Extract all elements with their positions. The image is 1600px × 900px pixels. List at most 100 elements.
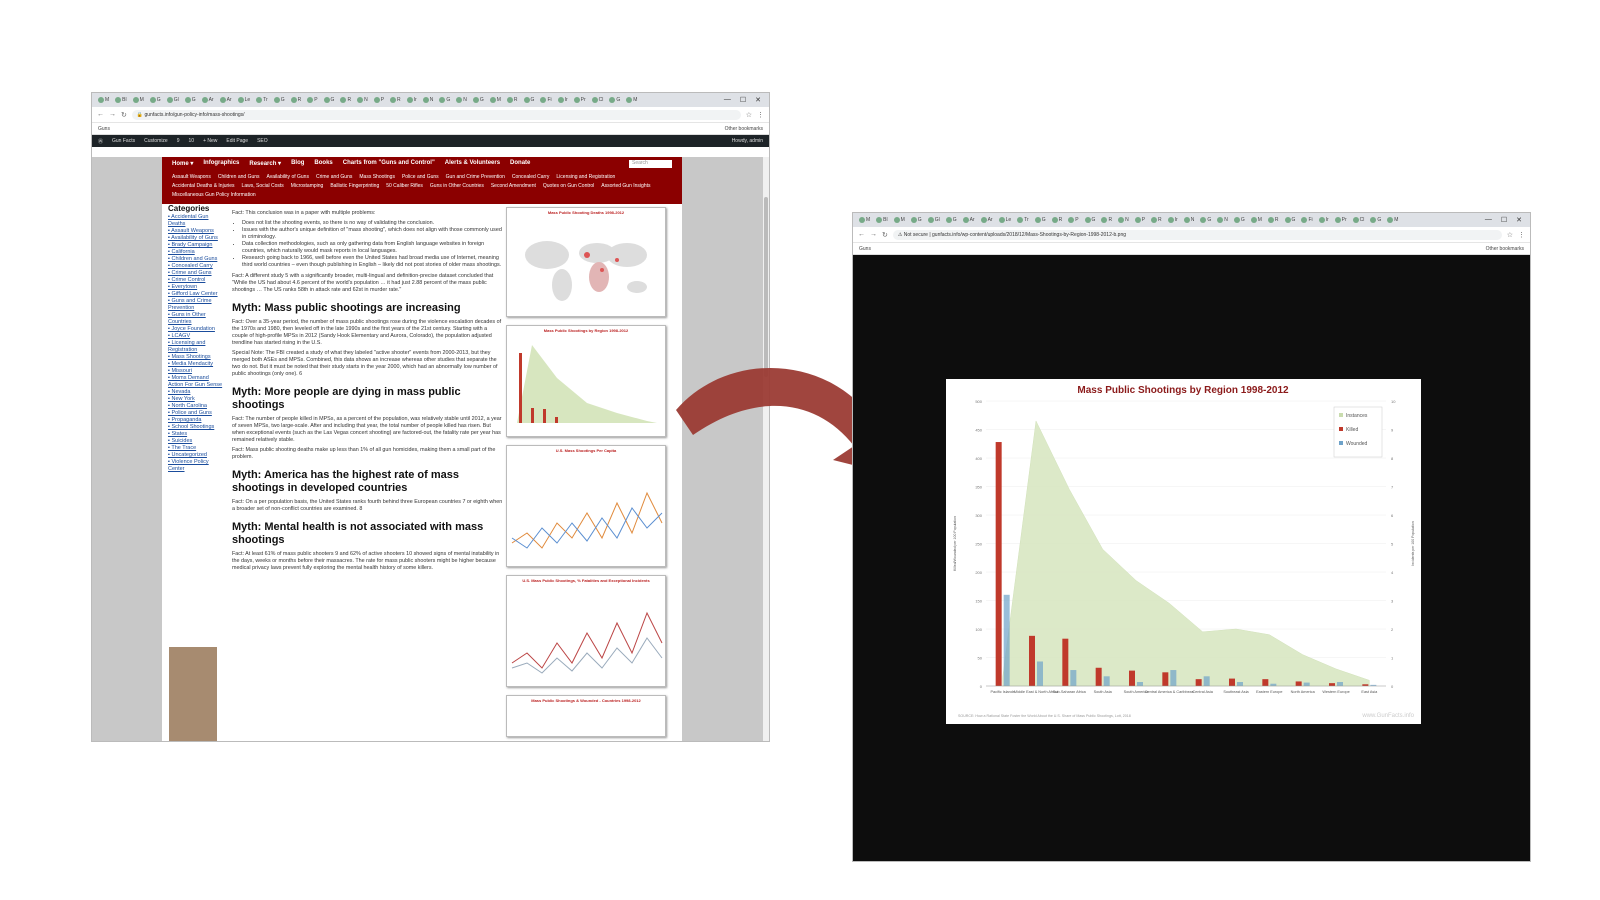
forward-icon[interactable]: → <box>870 231 877 238</box>
forward-icon[interactable]: → <box>109 111 116 118</box>
subnav-item[interactable]: Guns in Other Countries <box>430 182 484 190</box>
maximize-icon[interactable]: ☐ <box>1501 216 1507 224</box>
wp-logo-icon[interactable]: Ⓦ <box>98 138 103 145</box>
browser-tab[interactable]: M <box>96 97 111 103</box>
subnav-item[interactable]: Police and Guns <box>402 173 439 181</box>
nav-item[interactable]: Charts from "Guns and Control" <box>343 160 435 168</box>
admin-updates[interactable]: 9 <box>177 138 180 144</box>
category-link[interactable]: ▪ Suicides <box>168 438 223 445</box>
other-bookmarks[interactable]: Other bookmarks <box>1486 246 1524 252</box>
category-link[interactable]: ▪ Children and Guns <box>168 256 223 263</box>
browser-tab[interactable]: M <box>892 217 907 223</box>
category-link[interactable]: ▪ Mass Shootings <box>168 354 223 361</box>
category-link[interactable]: ▪ New York <box>168 396 223 403</box>
browser-tab[interactable]: G <box>909 217 924 223</box>
thumbnail-region-chart[interactable]: Mass Public Shootings by Region 1998-201… <box>506 325 666 437</box>
search-input[interactable]: Search <box>629 160 672 168</box>
category-link[interactable]: ▪ Nevada <box>168 389 223 396</box>
browser-tab[interactable]: N <box>1116 217 1131 223</box>
category-link[interactable]: ▪ Joyce Foundation <box>168 326 223 333</box>
menu-icon[interactable]: ⋮ <box>757 111 764 119</box>
category-link[interactable]: ▪ The Trace <box>168 445 223 452</box>
subnav-item[interactable]: 50 Caliber Rifles <box>386 182 423 190</box>
browser-tab[interactable]: G <box>272 97 287 103</box>
subnav-item[interactable]: Quotes on Gun Control <box>543 182 594 190</box>
subnav-item[interactable]: Second Amendment <box>491 182 536 190</box>
star-icon[interactable]: ☆ <box>746 111 752 119</box>
browser-tab[interactable]: R <box>338 97 353 103</box>
menu-icon[interactable]: ⋮ <box>1518 231 1525 239</box>
close-icon[interactable]: ✕ <box>755 96 761 104</box>
browser-tab[interactable]: M <box>857 217 872 223</box>
subnav-item[interactable]: Laws, Social Costs <box>242 182 284 190</box>
browser-tab[interactable]: Ir <box>405 97 419 103</box>
close-icon[interactable]: ✕ <box>1516 216 1522 224</box>
browser-tab[interactable]: R <box>1050 217 1065 223</box>
browser-tab[interactable]: R <box>505 97 520 103</box>
browser-tab[interactable]: N <box>421 97 436 103</box>
browser-tab[interactable]: M <box>131 97 146 103</box>
browser-tab[interactable]: P <box>1066 217 1080 223</box>
subnav-item[interactable]: Ballistic Fingerprinting <box>330 182 379 190</box>
subnav-item[interactable]: Assault Weapons <box>172 173 211 181</box>
subnav-item[interactable]: Accidental Deaths & Injuries <box>172 182 235 190</box>
browser-tab[interactable]: G <box>607 97 622 103</box>
other-bookmarks[interactable]: Other bookmarks <box>725 126 763 132</box>
nav-item[interactable]: Alerts & Volunteers <box>445 160 500 168</box>
browser-tab[interactable]: P <box>1133 217 1147 223</box>
browser-tab[interactable]: Gl <box>165 97 181 103</box>
browser-tab[interactable]: M <box>488 97 503 103</box>
browser-tab[interactable]: Ir <box>1317 217 1331 223</box>
nav-item[interactable]: Donate <box>510 160 530 168</box>
category-link[interactable]: ▪ States <box>168 431 223 438</box>
category-link[interactable]: ▪ Crime Control <box>168 277 223 284</box>
nav-item[interactable]: Books <box>314 160 332 168</box>
region-chart-image[interactable]: Mass Public Shootings by Region 1998-201… <box>946 379 1421 724</box>
browser-tab[interactable]: Tr <box>254 97 270 103</box>
admin-site[interactable]: Gun Facts <box>112 138 135 144</box>
browser-tab[interactable]: Pr <box>572 97 588 103</box>
category-link[interactable]: ▪ Concealed Carry <box>168 263 223 270</box>
back-icon[interactable]: ← <box>858 231 865 238</box>
category-link[interactable]: ▪ Brady Campaign <box>168 242 223 249</box>
subnav-item[interactable]: Mass Shootings <box>359 173 395 181</box>
category-link[interactable]: ▪ Guns in Other Countries <box>168 312 223 326</box>
browser-tab[interactable]: P <box>372 97 386 103</box>
category-link[interactable]: ▪ Availability of Guns <box>168 235 223 242</box>
browser-tab[interactable]: Gl <box>926 217 942 223</box>
category-link[interactable]: ▪ California <box>168 249 223 256</box>
browser-tab[interactable]: Bl <box>874 217 889 223</box>
browser-tab[interactable]: R <box>1149 217 1164 223</box>
browser-tab[interactable]: G <box>1198 217 1213 223</box>
url-field[interactable]: ⚠ Not secure | gunfacts.info/wp-content/… <box>892 229 1502 240</box>
browser-tab[interactable]: N <box>1182 217 1197 223</box>
browser-tab[interactable]: G <box>437 97 452 103</box>
browser-tab[interactable]: G <box>322 97 337 103</box>
category-link[interactable]: ▪ Accidental Gun Deaths <box>168 214 223 228</box>
admin-edit[interactable]: Edit Page <box>226 138 248 144</box>
scrollbar-thumb[interactable] <box>764 197 768 377</box>
browser-tab[interactable]: G <box>1232 217 1247 223</box>
nav-item[interactable]: Research ▾ <box>249 160 281 168</box>
category-link[interactable]: ▪ LCAGV <box>168 333 223 340</box>
browser-tab[interactable]: N <box>1215 217 1230 223</box>
category-link[interactable]: ▪ Propaganda <box>168 417 223 424</box>
category-link[interactable]: ▪ Assault Weapons <box>168 228 223 235</box>
category-link[interactable]: ▪ Police and Guns <box>168 410 223 417</box>
browser-tab[interactable]: M <box>624 97 639 103</box>
bookmark-guns[interactable]: Guns <box>859 246 871 252</box>
browser-tab[interactable]: G <box>1368 217 1383 223</box>
subnav-item[interactable]: Crime and Guns <box>316 173 352 181</box>
browser-tab[interactable]: Pr <box>1333 217 1349 223</box>
browser-tab[interactable]: R <box>388 97 403 103</box>
category-link[interactable]: ▪ Media Mendacity <box>168 361 223 368</box>
category-link[interactable]: ▪ Violence Policy Center <box>168 459 223 473</box>
admin-new[interactable]: + New <box>203 138 217 144</box>
nav-item[interactable]: Infographics <box>203 160 239 168</box>
subnav-item[interactable]: Availability of Guns <box>267 173 309 181</box>
minimize-icon[interactable]: — <box>1485 216 1492 224</box>
browser-tab[interactable]: N <box>355 97 370 103</box>
subnav-item[interactable]: Children and Guns <box>218 173 260 181</box>
category-link[interactable]: ▪ Everytown <box>168 284 223 291</box>
browser-tab[interactable]: G <box>148 97 163 103</box>
